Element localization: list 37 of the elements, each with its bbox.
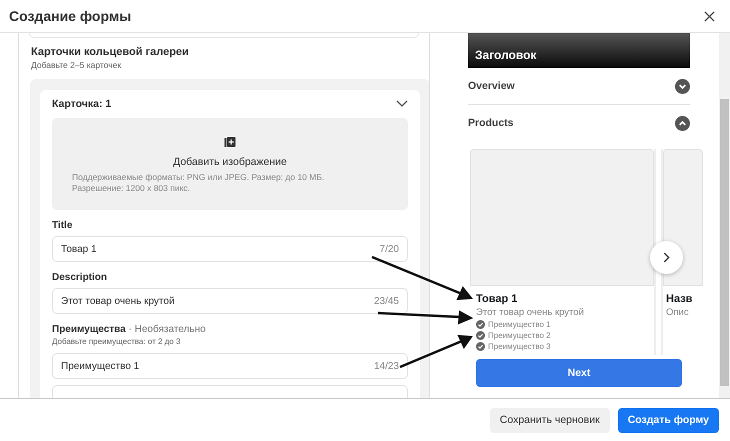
input-field[interactable]: Этот товар очень крутой 23/45 xyxy=(52,288,408,314)
upload-hint: Поддерживаемые форматы: PNG или JPEG. Размер: до 10 МБ. Разрешение: 1200 x 803 пикс. xyxy=(72,172,326,194)
chevron-icon[interactable] xyxy=(396,100,408,108)
check-circle-icon xyxy=(476,320,485,329)
section-label: Products xyxy=(468,117,514,129)
check-circle-icon xyxy=(476,331,485,340)
product-description: Опис xyxy=(666,307,690,318)
check-circle-icon xyxy=(476,342,485,351)
product-description: Этот товар очень крутой xyxy=(476,307,585,318)
product-title: Назв xyxy=(666,293,694,305)
field-label: Преимущества · Необязательно xyxy=(52,324,207,335)
field-label: Title xyxy=(52,220,74,231)
benefit-text: Преимущество 3 xyxy=(488,342,551,351)
section-label: Overview xyxy=(468,80,515,92)
benefit-text: Преимущество 1 xyxy=(488,320,551,329)
image-upload-area[interactable]: Добавить изображение Поддерживаемые форматы: PNG или JPEG. Размер: до 10 МБ. Разрешение: 1200 x 803 пикс. xyxy=(52,118,408,210)
chevron-right-icon xyxy=(663,252,670,263)
window-title: Создание формы xyxy=(9,8,132,24)
preview-heading: Заголовок xyxy=(475,48,536,62)
card-title: Карточка: 1 xyxy=(52,98,112,110)
input-field[interactable]: Преимущество 1 14/23 xyxy=(52,353,408,379)
input-field[interactable]: Товар 1 7/20 xyxy=(52,236,408,262)
chevron-icon[interactable] xyxy=(675,116,690,130)
section-hint: Добавьте 2–5 карточек xyxy=(31,60,122,70)
upload-label: Добавить изображение xyxy=(173,156,287,168)
benefit-text: Преимущество 2 xyxy=(488,331,551,340)
create-form-button[interactable]: Создать форму xyxy=(618,408,719,432)
image-icon xyxy=(224,136,236,148)
product-title: Товар 1 xyxy=(476,293,518,305)
field-hint: Добавьте преимущества: от 2 до 3 xyxy=(52,337,182,346)
next-button[interactable]: Next xyxy=(476,359,682,387)
save-draft-button[interactable]: Сохранить черновик xyxy=(490,408,610,432)
field-label: Description xyxy=(52,272,108,283)
scrollbar[interactable] xyxy=(719,33,730,398)
close-icon[interactable] xyxy=(704,10,715,22)
chevron-icon[interactable] xyxy=(675,78,690,94)
section-title: Карточки кольцевой галереи xyxy=(31,46,190,58)
